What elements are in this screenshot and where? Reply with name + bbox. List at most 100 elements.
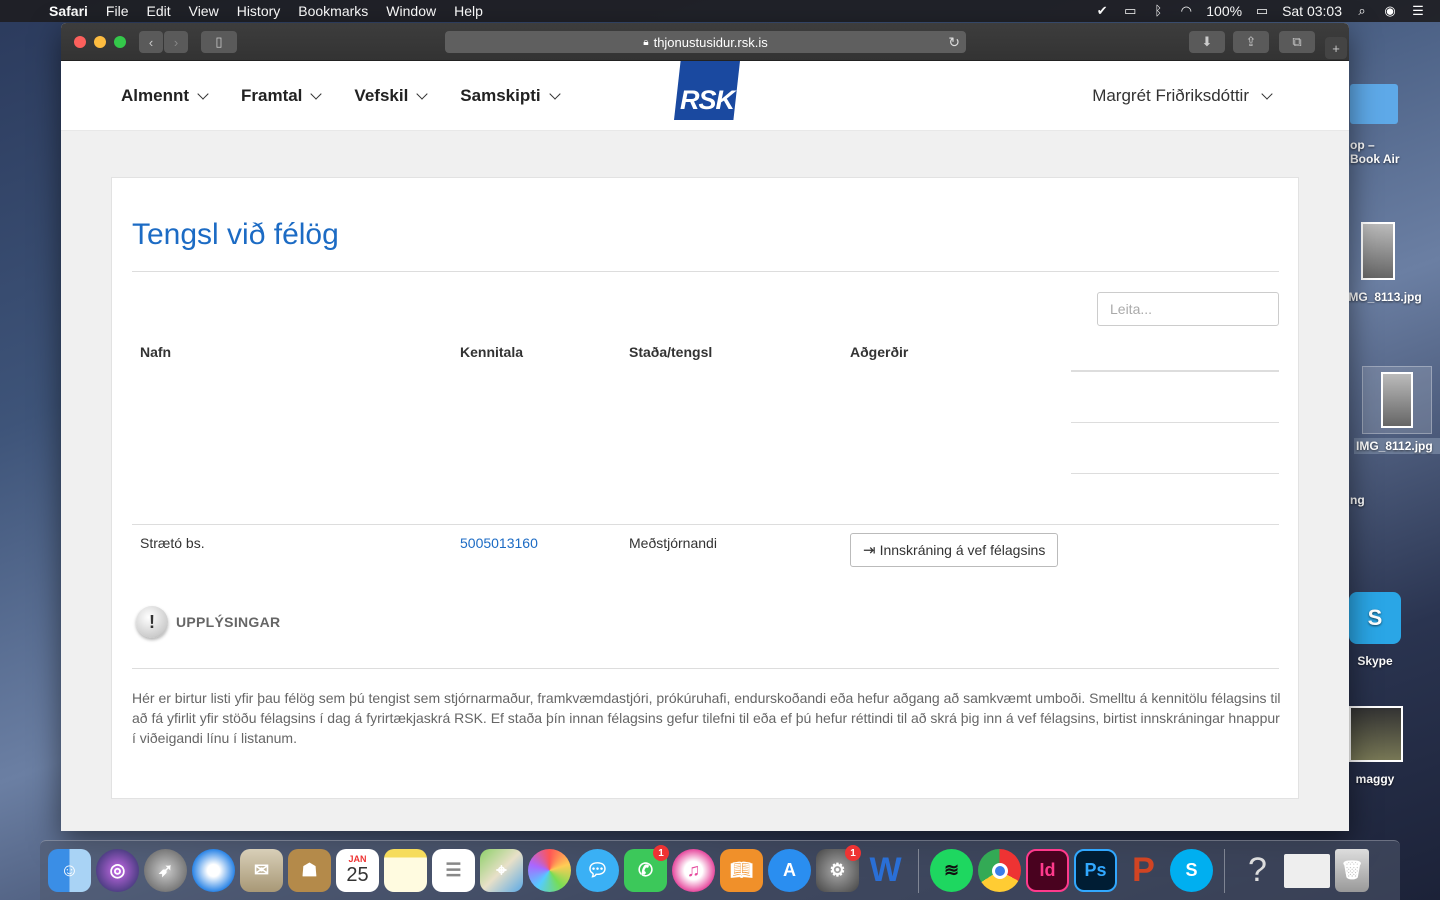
nav-vefskil[interactable]: Vefskil [354, 86, 428, 106]
battery-icon[interactable]: ▭ [1254, 4, 1270, 18]
word-icon[interactable]: W [864, 849, 907, 892]
skype-icon[interactable]: S [1170, 849, 1213, 892]
spotify-icon[interactable]: ≋ [930, 849, 973, 892]
launchpad-icon[interactable]: ➶ [144, 849, 187, 892]
finder-icon[interactable]: ☺ [48, 849, 91, 892]
share-button[interactable]: ⇪ [1233, 31, 1269, 53]
nav-framtal[interactable]: Framtal [241, 86, 323, 106]
wifi-icon[interactable]: ◠ [1178, 4, 1194, 18]
books-icon[interactable]: 📖︎ [720, 849, 763, 892]
menu-help[interactable]: Help [445, 3, 492, 19]
cell-status: Meðstjórnandi [629, 535, 717, 551]
notes-icon[interactable] [384, 849, 427, 892]
address-bar[interactable]: 🔒︎ thjonustusidur.rsk.is ↻ [445, 31, 966, 53]
powerpoint-icon[interactable]: P [1122, 849, 1165, 892]
calendar-icon[interactable]: JAN 25 [336, 849, 379, 892]
selection-highlight [1362, 366, 1432, 434]
bluetooth-icon[interactable]: ᛒ [1150, 4, 1166, 18]
messages-icon[interactable]: 💬︎ [576, 849, 619, 892]
tabs-overview-button[interactable]: ⧉ [1279, 31, 1315, 53]
desktop-item-label: Skype [1357, 654, 1393, 668]
menu-history[interactable]: History [228, 3, 290, 19]
indesign-icon[interactable]: Id [1026, 849, 1069, 892]
safari-icon[interactable]: ⊘ [192, 849, 235, 892]
desktop-item-maggy[interactable]: maggy [1345, 706, 1405, 786]
check-circle-icon[interactable]: ✔ [1094, 4, 1110, 18]
nav-label: Vefskil [354, 86, 409, 105]
desktop-item-img-8112[interactable]: IMG_8112.jpg [1354, 366, 1440, 454]
chrome-icon[interactable] [978, 849, 1021, 892]
menu-bookmarks[interactable]: Bookmarks [289, 3, 377, 19]
nav-almennt[interactable]: Almennt [121, 86, 209, 106]
facetime-icon[interactable]: ✆ 1 [624, 845, 669, 892]
desktop-item-img-8113[interactable]: IMG_8113.jpg [1345, 222, 1440, 304]
menu-window[interactable]: Window [377, 3, 445, 19]
contacts-icon[interactable]: ☗ [288, 849, 331, 892]
header-divider [1071, 370, 1279, 372]
desktop-item-partial[interactable]: ng [1350, 493, 1440, 507]
desktop-item-folder[interactable]: op – Book Air [1350, 84, 1440, 166]
sidebar-toggle-button[interactable]: ▯ [201, 31, 237, 53]
column-header-adgerdir: Aðgerðir [850, 344, 909, 360]
info-divider [132, 668, 1279, 669]
search-input[interactable] [1097, 292, 1279, 326]
itunes-icon[interactable]: ♫ [672, 849, 715, 892]
header-divider [1071, 473, 1279, 474]
page-title: Tengsl við félög [132, 218, 339, 251]
desktop-item-skype[interactable]: S Skype [1345, 592, 1405, 668]
trash-icon[interactable]: 🗑︎ [1335, 849, 1369, 892]
system-preferences-icon[interactable]: ⚙ 1 [816, 845, 861, 892]
browser-toolbar: ‹ › ▯ 🔒︎ thjonustusidur.rsk.is ↻ ⬇ ⇪ ⧉ + [61, 23, 1349, 61]
chevron-down-icon [310, 88, 323, 100]
company-login-label: Innskráning á vef félagsins [879, 542, 1046, 558]
notification-center-icon[interactable]: ☰ [1410, 4, 1426, 18]
window-controls [74, 35, 126, 48]
battery-percent[interactable]: 100% [1206, 3, 1242, 19]
cell-name: Strætó bs. [140, 535, 205, 551]
table-row-divider [132, 524, 1279, 525]
company-login-button[interactable]: ⇥ Innskráning á vef félagsins [850, 533, 1059, 567]
help-question-icon[interactable]: ? [1236, 849, 1279, 892]
close-window-button[interactable] [74, 35, 86, 48]
forward-button[interactable]: › [164, 31, 188, 53]
main-nav: Almennt Framtal Vefskil Samskipti [121, 61, 561, 131]
menubar-clock[interactable]: Sat 03:03 [1282, 3, 1342, 19]
window-preview-icon[interactable] [1284, 853, 1330, 888]
reminders-icon[interactable]: ☰ [432, 849, 475, 892]
siri-icon[interactable]: ◎ [96, 849, 139, 892]
info-text: Hér er birtur listi yfir þau félög sem þ… [132, 690, 1281, 746]
nav-label: Framtal [241, 86, 303, 105]
app-store-icon[interactable]: A [768, 849, 811, 892]
url-text: thjonustusidur.rsk.is [653, 34, 768, 50]
reload-icon[interactable]: ↻ [948, 34, 960, 51]
airplay-icon[interactable]: ▭ [1122, 4, 1138, 18]
menu-view[interactable]: View [180, 3, 228, 19]
image-thumbnail-icon [1349, 706, 1403, 762]
photoshop-icon[interactable]: Ps [1074, 849, 1117, 892]
desktop-item-label: IMG_8113.jpg [1345, 290, 1422, 304]
downloads-button[interactable]: ⬇ [1189, 31, 1225, 53]
image-thumbnail-icon [1361, 222, 1395, 280]
photos-icon[interactable] [528, 849, 571, 892]
menu-app-safari[interactable]: Safari [40, 3, 97, 19]
menu-bar: Safari File Edit View History Bookmarks … [0, 0, 1440, 22]
siri-icon[interactable]: ◉ [1382, 4, 1398, 18]
desktop-item-label: ng [1350, 493, 1365, 507]
new-tab-button[interactable]: + [1325, 37, 1347, 59]
back-button[interactable]: ‹ [139, 31, 163, 53]
menu-edit[interactable]: Edit [137, 3, 179, 19]
minimize-window-button[interactable] [94, 35, 106, 48]
maps-icon[interactable]: ⌖ [480, 849, 523, 892]
zoom-window-button[interactable] [114, 35, 126, 48]
image-thumbnail-icon [1381, 372, 1413, 428]
calendar-day: 25 [346, 864, 369, 886]
rsk-logo[interactable]: RSK [674, 61, 740, 120]
menu-file[interactable]: File [97, 3, 138, 19]
cell-kennitala-link[interactable]: 5005013160 [460, 535, 538, 551]
nav-samskipti[interactable]: Samskipti [460, 86, 561, 106]
user-menu[interactable]: Margrét Friðriksdóttir [1092, 61, 1273, 131]
mail-icon[interactable]: ✉ [240, 849, 283, 892]
desktop-item-label: maggy [1355, 772, 1395, 786]
spotlight-search-icon[interactable]: ⌕ [1354, 4, 1370, 18]
chrome-center [991, 862, 1008, 879]
